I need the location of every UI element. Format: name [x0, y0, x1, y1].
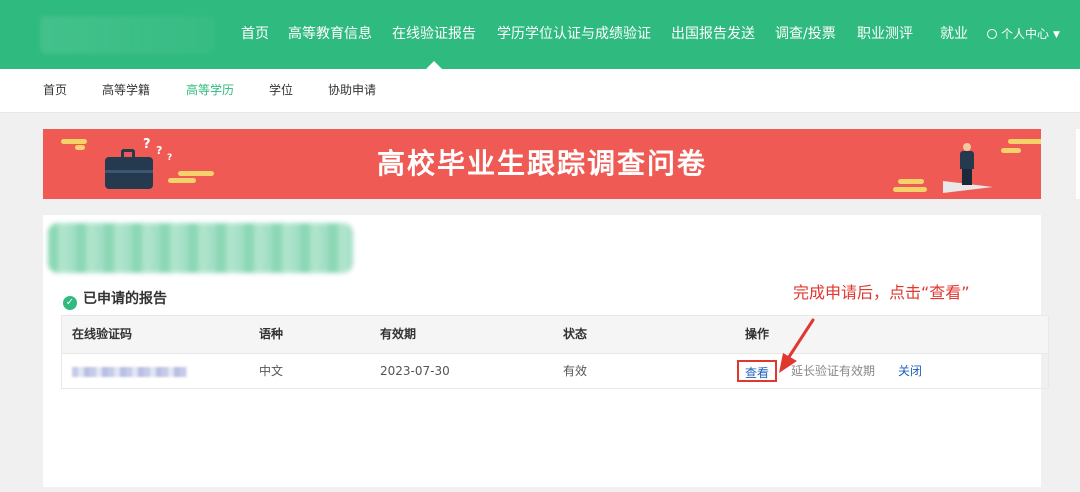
site-logo-redacted[interactable] — [40, 16, 215, 54]
nav-item-higher-education-info[interactable]: 高等教育信息 — [288, 0, 372, 69]
sub-nav: 首页 高等学籍 高等学历 学位 协助申请 — [0, 69, 1080, 113]
content-panel: ✓ 已申请的报告 完成申请后，点击“查看” 在线验证码 语种 有效期 状态 操作 … — [43, 215, 1049, 487]
cell-language: 中文 — [259, 364, 284, 378]
nav-item-degree-certification[interactable]: 学历学位认证与成绩验证 — [497, 0, 651, 69]
check-circle-icon: ✓ — [63, 296, 77, 310]
table-row: 中文 2023-07-30 有效 查看 延长验证有效期 关闭 — [62, 353, 1048, 389]
column-header-language: 语种 — [259, 327, 284, 341]
nav-item-survey-vote[interactable]: 调查/投票 — [775, 0, 836, 69]
nav-item-employment[interactable]: 就业 — [940, 0, 968, 69]
nav-item-career-assessment[interactable]: 职业测评 — [857, 0, 913, 69]
chevron-down-icon: ▼ — [1053, 30, 1060, 40]
top-nav: 首页 高等教育信息 在线验证报告 学历学位认证与成绩验证 出国报告发送 调查/投… — [0, 0, 1080, 69]
cell-expiry: 2023-07-30 — [380, 364, 450, 378]
column-header-code: 在线验证码 — [72, 327, 133, 341]
annotation-note: 完成申请后，点击“查看” — [793, 283, 970, 302]
column-header-actions: 操作 — [745, 327, 770, 341]
view-button[interactable]: 查看 — [737, 360, 777, 382]
nav-item-online-verification-report[interactable]: 在线验证报告 — [392, 0, 476, 69]
subnav-item-academic-record[interactable]: 高等学历 — [186, 69, 234, 112]
section-title-label: 已申请的报告 — [83, 291, 167, 307]
subnav-item-student-status[interactable]: 高等学籍 — [102, 69, 150, 112]
user-center-label: 个人中心 — [1001, 27, 1050, 41]
subnav-item-assist-application[interactable]: 协助申请 — [328, 69, 376, 112]
section-title: ✓ 已申请的报告 — [63, 288, 167, 310]
annotation-arrow-icon — [779, 318, 815, 373]
column-header-status: 状态 — [563, 327, 588, 341]
table-header: 在线验证码 语种 有效期 状态 操作 — [62, 316, 1048, 354]
nav-item-home[interactable]: 首页 — [241, 0, 269, 69]
user-center-menu[interactable]: 个人中心 ▼ — [987, 0, 1060, 69]
user-icon — [987, 29, 997, 39]
cell-status: 有效 — [563, 364, 588, 378]
scroll-edge — [1076, 129, 1080, 199]
verification-code-redacted — [72, 367, 187, 377]
column-header-expiry: 有效期 — [380, 327, 417, 341]
banner-title: 高校毕业生跟踪调查问卷 — [376, 147, 707, 180]
close-link[interactable]: 关闭 — [898, 353, 922, 389]
reports-table: 在线验证码 语种 有效期 状态 操作 中文 2023-07-30 有效 查看 延… — [61, 315, 1049, 389]
nav-item-overseas-report[interactable]: 出国报告发送 — [671, 0, 755, 69]
subnav-item-degree[interactable]: 学位 — [269, 69, 293, 112]
subnav-item-home[interactable]: 首页 — [43, 69, 67, 112]
survey-banner[interactable]: ? ? ? 高校毕业生跟踪调查问卷 — [43, 129, 1041, 199]
user-name-redacted — [48, 223, 353, 273]
